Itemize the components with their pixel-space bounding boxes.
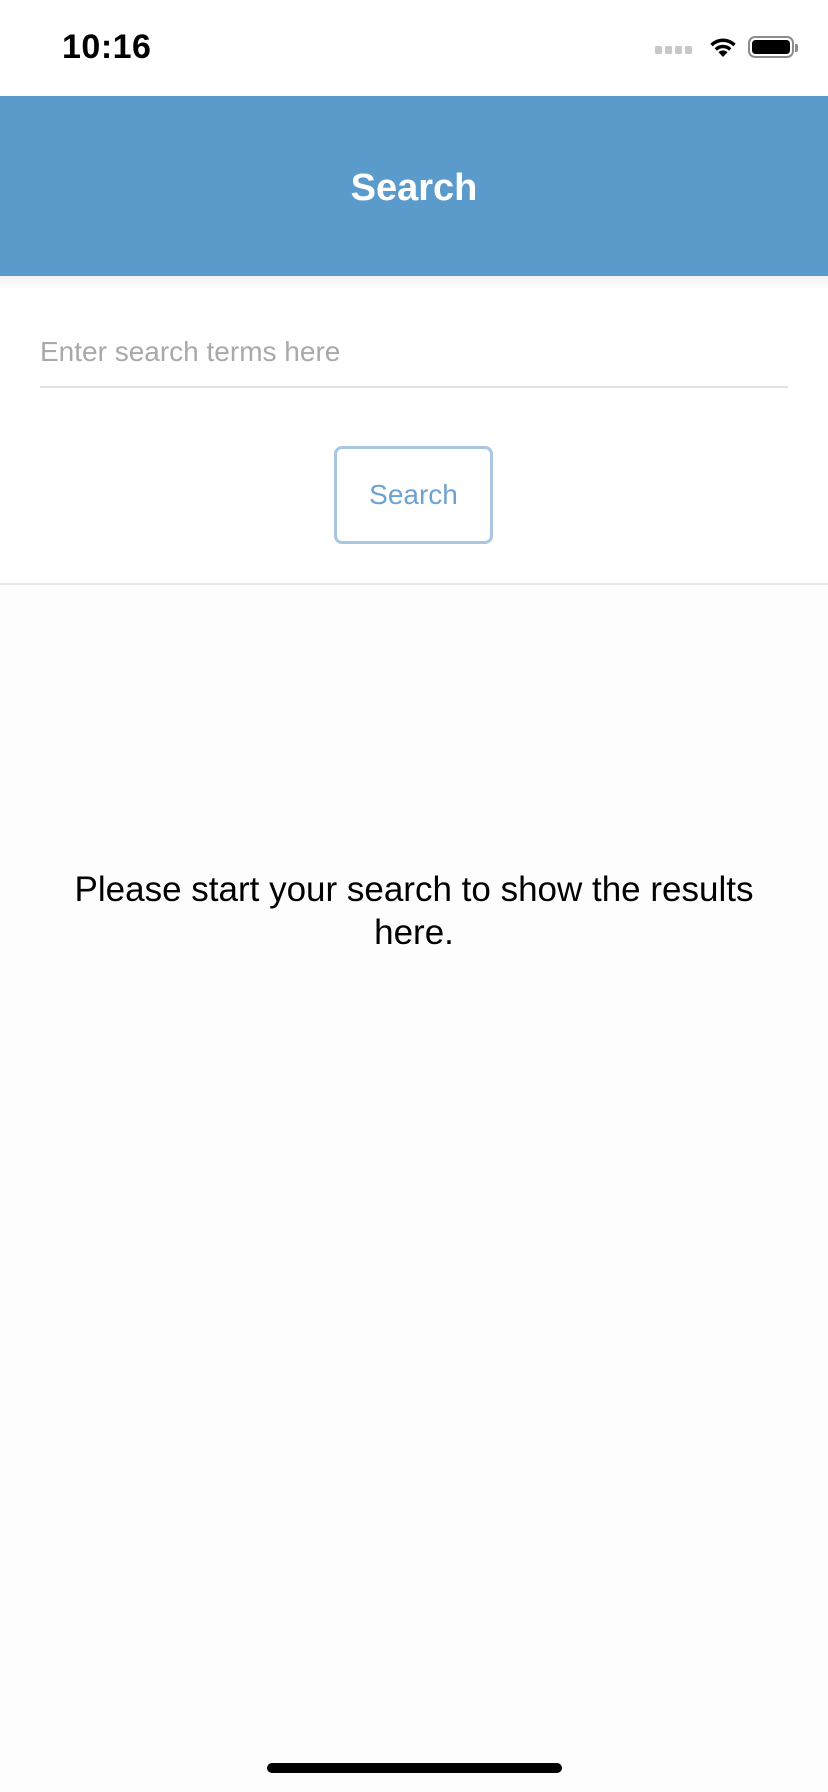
cellular-signal-icon xyxy=(655,40,692,54)
header-shadow xyxy=(0,276,828,290)
status-icons xyxy=(655,36,798,58)
search-form: Search xyxy=(0,290,828,584)
search-button[interactable]: Search xyxy=(334,446,493,544)
search-screen: 10:16 Search Search Please start your se… xyxy=(0,0,828,1792)
battery-icon xyxy=(748,36,798,58)
wifi-icon xyxy=(710,38,736,57)
home-indicator[interactable] xyxy=(267,1763,562,1773)
status-time: 10:16 xyxy=(62,28,152,66)
page-title: Search xyxy=(350,166,478,209)
divider xyxy=(0,583,828,585)
empty-results-message: Please start your search to show the res… xyxy=(74,870,754,952)
status-bar: 10:16 xyxy=(0,0,828,96)
navigation-header: Search xyxy=(0,96,828,276)
search-input[interactable] xyxy=(40,318,788,388)
